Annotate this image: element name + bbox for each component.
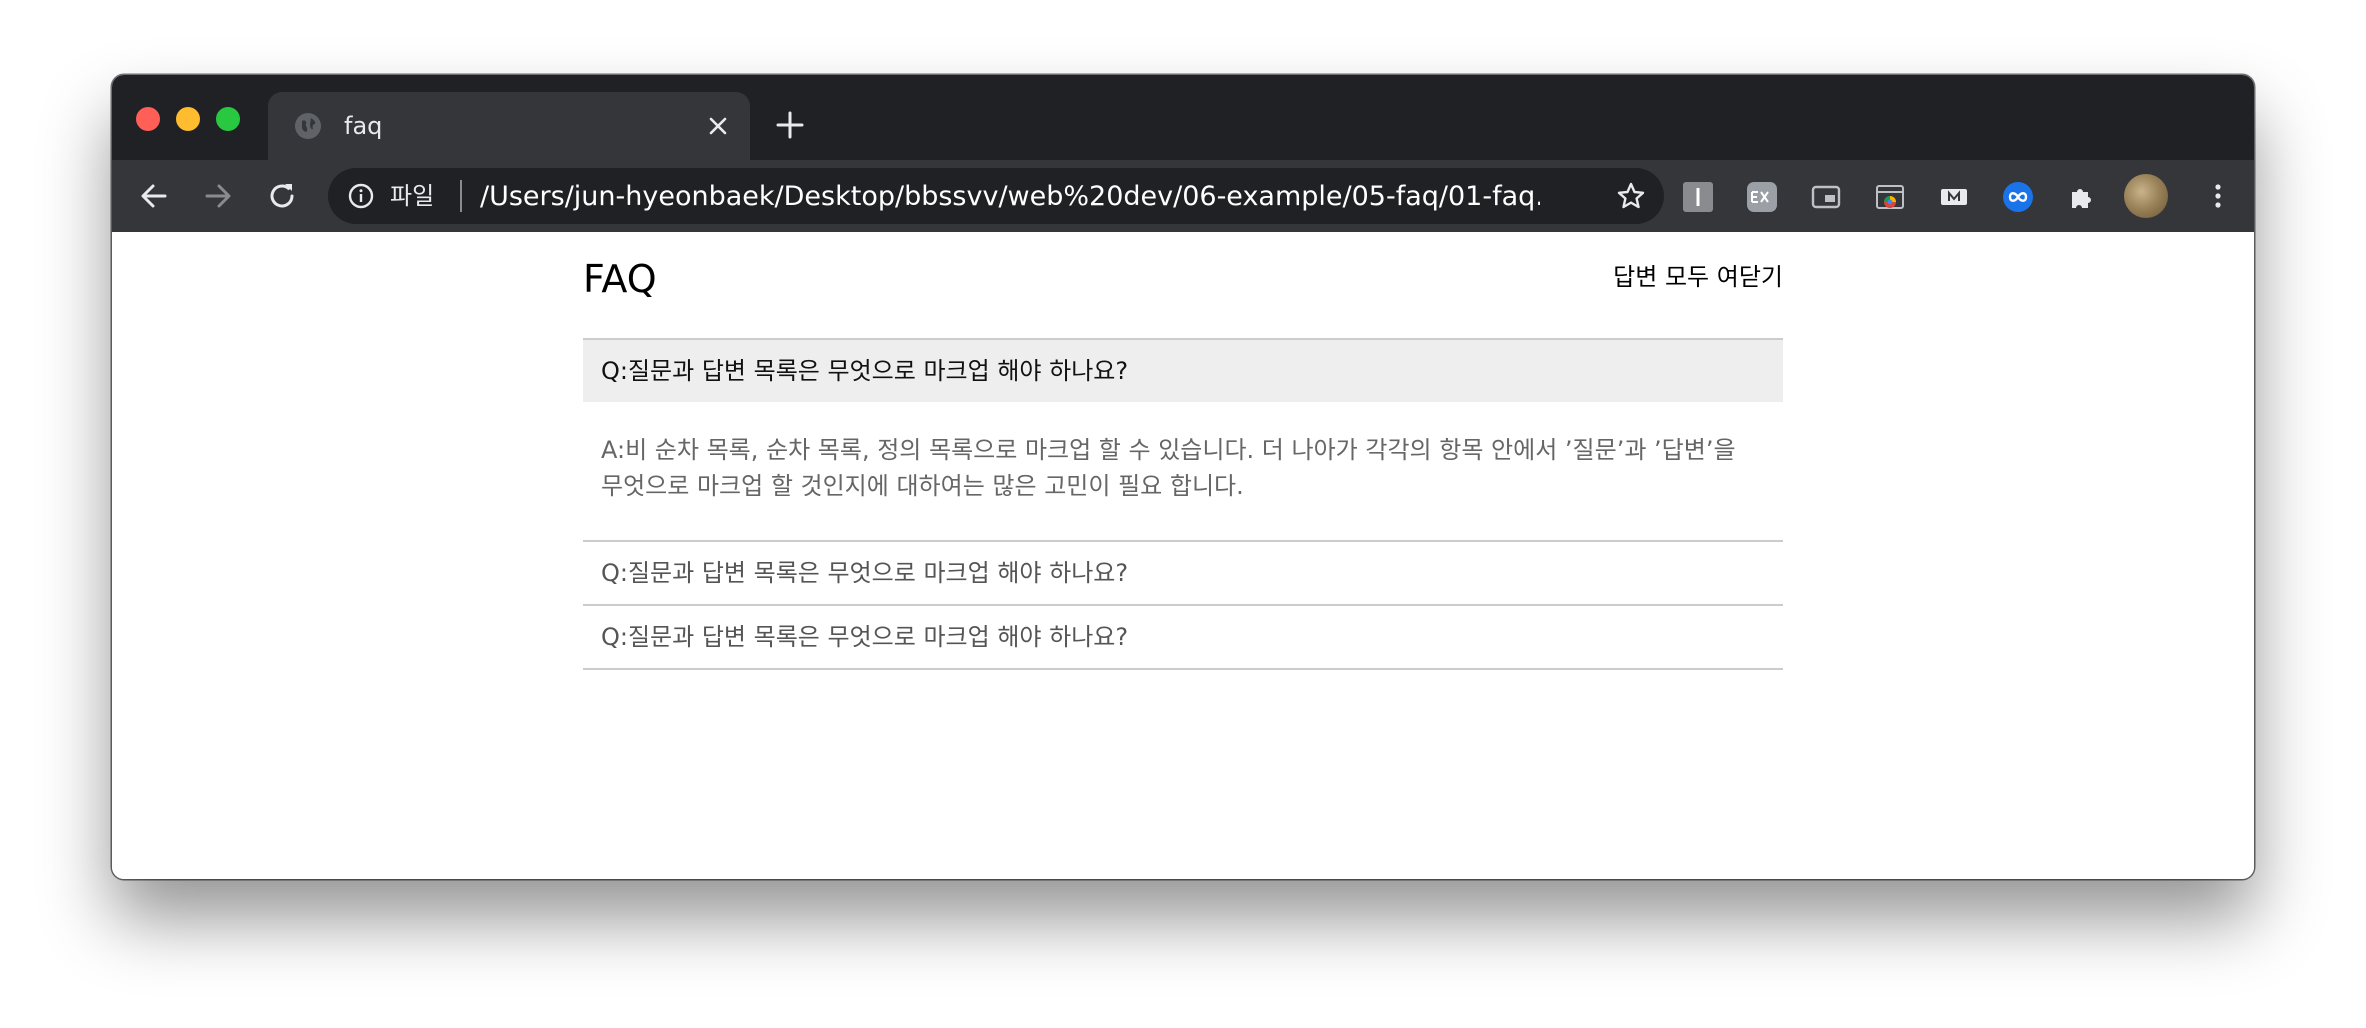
- tab-title: faq: [344, 112, 383, 140]
- zoom-window-button[interactable]: [216, 107, 240, 131]
- faq-question[interactable]: Q:질문과 답변 목록은 무엇으로 마크업 해야 하나요?: [583, 606, 1783, 668]
- page-title: FAQ: [583, 257, 657, 301]
- info-icon[interactable]: [348, 183, 374, 209]
- faq-item: Q:질문과 답변 목록은 무엇으로 마크업 해야 하나요?: [583, 606, 1783, 670]
- scheme-label: 파일: [390, 182, 435, 210]
- close-window-button[interactable]: [136, 107, 160, 131]
- ext-screenshot-icon[interactable]: [1874, 181, 1906, 213]
- reload-icon[interactable]: [266, 180, 298, 212]
- ext-link-icon[interactable]: [2002, 181, 2034, 213]
- toggle-all-answers-button[interactable]: 답변 모두 여닫기: [1613, 262, 1783, 292]
- browser-window: faq 파일 /Users/jun-hyeonbaek/Desktop/bbss…: [112, 75, 2254, 879]
- minimize-window-button[interactable]: [176, 107, 200, 131]
- profile-avatar[interactable]: [2124, 174, 2168, 218]
- faq-question[interactable]: Q:질문과 답변 목록은 무엇으로 마크업 해야 하나요?: [583, 542, 1783, 604]
- address-divider: [460, 180, 462, 212]
- browser-toolbar: 파일 /Users/jun-hyeonbaek/Desktop/bbssvv/w…: [112, 160, 2254, 232]
- close-icon[interactable]: [706, 114, 730, 138]
- new-tab-icon[interactable]: [774, 109, 806, 141]
- page-viewport: FAQ 답변 모두 여닫기 Q:질문과 답변 목록은 무엇으로 마크업 해야 하…: [112, 232, 2254, 879]
- tab-faq[interactable]: faq: [268, 92, 750, 160]
- faq-question[interactable]: Q:질문과 답변 목록은 무엇으로 마크업 해야 하나요?: [583, 340, 1783, 402]
- forward-arrow-icon[interactable]: [202, 180, 234, 212]
- back-arrow-icon[interactable]: [138, 180, 170, 212]
- tab-strip: faq: [112, 75, 2254, 160]
- bookmark-star-icon[interactable]: [1616, 181, 1646, 211]
- faq-list: Q:질문과 답변 목록은 무엇으로 마크업 해야 하나요? A:비 순차 목록,…: [583, 338, 1783, 670]
- ext-ex-icon[interactable]: [1746, 181, 1778, 213]
- ext-pip-icon[interactable]: [1810, 181, 1842, 213]
- address-bar[interactable]: 파일 /Users/jun-hyeonbaek/Desktop/bbssvv/w…: [328, 168, 1664, 224]
- extensions-puzzle-icon[interactable]: [2066, 181, 2098, 213]
- faq-item: Q:질문과 답변 목록은 무엇으로 마크업 해야 하나요? A:비 순차 목록,…: [583, 340, 1783, 542]
- more-vertical-icon[interactable]: [2202, 180, 2234, 212]
- ext-note-icon[interactable]: [1938, 181, 1970, 213]
- faq-answer: A:비 순차 목록, 순차 목록, 정의 목록으로 마크업 할 수 있습니다. …: [601, 436, 1736, 500]
- url-text[interactable]: /Users/jun-hyeonbaek/Desktop/bbssvv/web%…: [480, 182, 1540, 212]
- faq-item: Q:질문과 답변 목록은 무엇으로 마크업 해야 하나요?: [583, 542, 1783, 606]
- globe-icon: [295, 113, 321, 139]
- ext-i-icon[interactable]: [1682, 181, 1714, 213]
